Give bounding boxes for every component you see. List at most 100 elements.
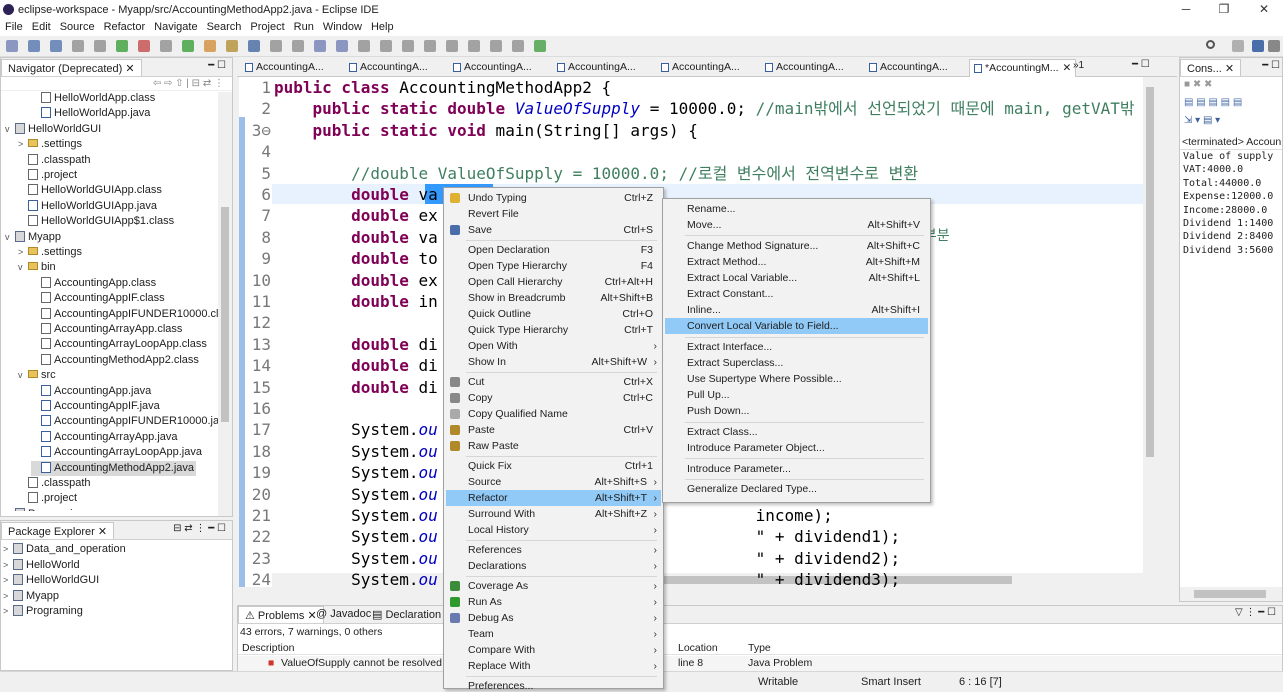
tree-item[interactable]: AccountingApp.class [31,276,158,291]
toolbar-button-icon[interactable] [534,40,546,52]
menu-item-extract-class[interactable]: Extract Class... [665,424,928,440]
menu-item-introduce-parameter[interactable]: Introduce Parameter... [665,461,928,477]
tree-item[interactable]: HelloWorldApp.java [31,106,152,121]
toolbar-button-icon[interactable] [204,40,216,52]
package-item[interactable]: > Data_and_operation [3,542,126,557]
java-perspective-icon[interactable] [1252,40,1264,52]
menu-item-coverage-as[interactable]: Coverage As › [446,578,661,594]
menu-item-undo-typing[interactable]: Undo Typing Ctrl+Z [446,190,661,206]
menu-item-raw-paste[interactable]: Raw Paste [446,438,661,454]
toolbar-button-icon[interactable] [28,40,40,52]
editor-tab[interactable]: AccountingA... [345,59,432,77]
menu-item-paste[interactable]: Paste Ctrl+V [446,422,661,438]
tree-item[interactable]: AccountingAppIF.class [31,291,167,306]
tree-item[interactable]: .classpath [18,153,93,168]
tree-item[interactable]: AccountingAppIFUNDER10000.class [31,307,232,322]
col-type[interactable]: Type [748,642,771,654]
editor-tab[interactable]: AccountingA... [553,59,640,77]
menu-refactor[interactable]: Refactor [99,20,150,33]
menu-item-show-in[interactable]: Show In Alt+Shift+W › [446,354,661,370]
tree-item[interactable]: .classpath [18,476,93,491]
navigator-scroll-thumb[interactable] [221,207,229,422]
editor-minmax-icon[interactable]: ━ ☐ [1132,59,1150,70]
tree-item[interactable]: AccountingArrayApp.class [31,322,184,337]
expand-icon[interactable]: > [3,558,13,573]
problem-row[interactable]: ■ ValueOfSupply cannot be resolved line … [238,656,1282,671]
menu-item-introduce-parameter-object[interactable]: Introduce Parameter Object... [665,440,928,456]
tree-item[interactable]: > .settings [18,245,84,260]
navigator-actions-icon[interactable]: ⇦ ⇨ ⇧ | ⊟ ⇄ ⋮ [153,78,224,89]
menu-item-open-type-hierarchy[interactable]: Open Type Hierarchy F4 [446,258,661,274]
tree-item[interactable]: AccountingMethodApp2.class [31,353,201,368]
editor-tab[interactable]: AccountingA... [449,59,536,77]
toolbar-button-icon[interactable] [6,40,18,52]
menu-navigate[interactable]: Navigate [149,20,201,33]
menu-item-run-as[interactable]: Run As › [446,594,661,610]
tree-item[interactable]: AccountingAppIFUNDER10000.java [31,414,232,429]
menu-item-extract-superclass[interactable]: Extract Superclass... [665,355,928,371]
menu-item-open-with[interactable]: Open With › [446,338,661,354]
toolbar-button-icon[interactable] [94,40,106,52]
expand-icon[interactable]: > [5,507,15,511]
menu-item-compare-with[interactable]: Compare With › [446,642,661,658]
menu-item-debug-as[interactable]: Debug As › [446,610,661,626]
tree-item[interactable]: HelloWorldGUIApp.java [18,199,159,214]
toolbar-button-icon[interactable] [116,40,128,52]
console-pin-icon[interactable]: ⇲ ▾ ▤ ▾ [1184,115,1220,126]
menu-item-cut[interactable]: Cut Ctrl+X [446,374,661,390]
expand-icon[interactable]: v [18,260,28,275]
editor-vscroll-thumb[interactable] [1146,87,1154,457]
perspective-icon[interactable] [1232,40,1244,52]
close-tab-icon[interactable]: ✕ [1063,62,1072,74]
menu-item-open-call-hierarchy[interactable]: Open Call Hierarchy Ctrl+Alt+H [446,274,661,290]
tree-item[interactable]: AccountingApp.java [31,384,153,399]
menu-item-generalize-declared-type[interactable]: Generalize Declared Type... [665,481,928,497]
expand-icon[interactable]: v [5,122,15,137]
menu-help[interactable]: Help [366,20,398,33]
menu-item-save[interactable]: Save Ctrl+S [446,222,661,238]
toolbar-button-icon[interactable] [314,40,326,52]
tab-console[interactable]: Cons... ✕ [1180,59,1242,76]
menu-item-references[interactable]: References › [446,542,661,558]
editor-tab[interactable]: AccountingA... [241,59,328,77]
editor-tab[interactable]: AccountingA... [657,59,744,77]
tab-package-explorer[interactable]: Package Explorer ✕ [1,522,115,539]
tab-declaration[interactable]: ▤ Declaration [366,606,447,623]
tree-item[interactable]: .project [18,491,79,506]
editor-tab[interactable]: AccountingA... [761,59,848,77]
menu-source[interactable]: Source [55,20,99,33]
problems-minmax-icon[interactable]: ▽ ⋮ ━ ☐ [1235,607,1276,618]
tree-item[interactable]: .project [18,168,79,183]
toolbar-button-icon[interactable] [336,40,348,52]
console-terminate-icon[interactable]: ■ ✖ ✖ [1184,79,1212,90]
toolbar-button-icon[interactable] [358,40,370,52]
col-location[interactable]: Location [678,642,718,654]
menu-item-source[interactable]: Source Alt+Shift+S › [446,474,661,490]
toolbar-button-icon[interactable] [490,40,502,52]
menu-item-copy-qualified-name[interactable]: Copy Qualified Name [446,406,661,422]
menu-item-pull-up[interactable]: Pull Up... [665,387,928,403]
menu-item-team[interactable]: Team › [446,626,661,642]
menu-window[interactable]: Window [318,20,366,33]
menu-item-local-history[interactable]: Local History › [446,522,661,538]
view-minmax-icon[interactable]: ⊟ ⇄ ⋮ ━ ☐ [173,523,226,534]
toolbar-button-icon[interactable] [160,40,172,52]
menu-item-inline[interactable]: Inline... Alt+Shift+I [665,302,928,318]
toolbar-button-icon[interactable] [446,40,458,52]
console-minmax-icon[interactable]: ━ ☐ [1262,60,1280,71]
menu-item-declarations[interactable]: Declarations › [446,558,661,574]
toolbar-button-icon[interactable] [292,40,304,52]
menu-item-open-declaration[interactable]: Open Declaration F3 [446,242,661,258]
menu-item-change-method-signature[interactable]: Change Method Signature... Alt+Shift+C [665,238,928,254]
tree-item[interactable]: AccountingArrayLoopApp.java [31,445,204,460]
toolbar-button-icon[interactable] [226,40,238,52]
menu-run[interactable]: Run [289,20,318,33]
tree-item[interactable]: v HelloWorldGUI [5,122,103,137]
expand-icon[interactable]: > [3,542,13,557]
console-actions-icon[interactable]: ▤ ▤ ▤ ▤ ▤ [1184,97,1242,108]
tree-item[interactable]: HelloWorldGUIApp$1.class [18,214,176,229]
editor-tab[interactable]: *AccountingM... ✕ [969,59,1077,77]
tab-navigator[interactable]: Navigator (Deprecated) ✕ [1,59,142,76]
debug-perspective-icon[interactable] [1268,40,1280,52]
toolbar-button-icon[interactable] [72,40,84,52]
